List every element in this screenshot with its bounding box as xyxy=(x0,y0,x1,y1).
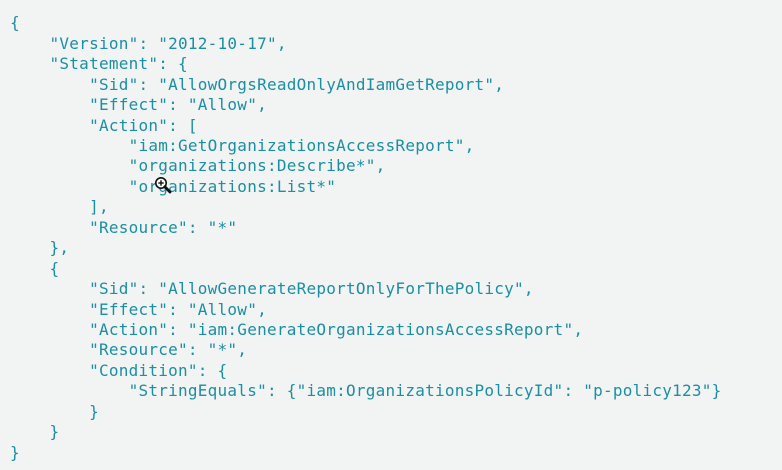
code-line-5: "Effect": "Allow", xyxy=(10,95,267,114)
code-line-10: ], xyxy=(10,197,109,216)
code-line-2: "Version": "2012-10-17", xyxy=(10,34,287,53)
code-line-3: "Statement": { xyxy=(10,54,188,73)
code-line-4: "Sid": "AllowOrgsReadOnlyAndIamGetReport… xyxy=(10,75,505,94)
code-line-7: "iam:GetOrganizationsAccessReport", xyxy=(10,136,475,155)
code-line-19: "StringEquals": {"iam:OrganizationsPolic… xyxy=(10,381,722,400)
code-line-18: "Condition": { xyxy=(10,361,228,380)
code-line-8: "organizations:Describe*", xyxy=(10,156,386,175)
code-line-16: "Action": "iam:GenerateOrganizationsAcce… xyxy=(10,320,584,339)
code-line-15: "Effect": "Allow", xyxy=(10,300,267,319)
json-code-view: { "Version": "2012-10-17", "Statement": … xyxy=(0,0,782,470)
code-line-21: } xyxy=(10,422,60,441)
code-line-1: { xyxy=(10,13,20,32)
code-line-12: }, xyxy=(10,238,70,257)
code-line-17: "Resource": "*", xyxy=(10,340,248,359)
code-line-13: { xyxy=(10,259,60,278)
code-line-14: "Sid": "AllowGenerateReportOnlyForThePol… xyxy=(10,279,534,298)
code-line-6: "Action": [ xyxy=(10,116,198,135)
code-line-9: "organizations:List*" xyxy=(10,177,337,196)
code-line-20: } xyxy=(10,402,99,421)
code-line-22: } xyxy=(10,443,20,462)
code-line-11: "Resource": "*" xyxy=(10,218,238,237)
